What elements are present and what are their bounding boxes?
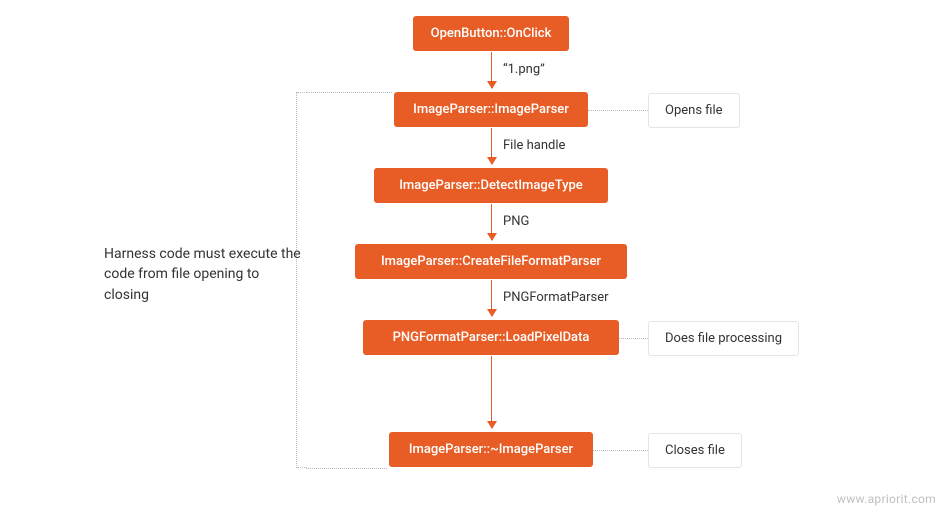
bracket-top (306, 92, 392, 93)
dotted-connector-3 (593, 450, 648, 451)
watermark: www.apriorit.com (837, 492, 936, 506)
node-label: ImageParser::CreateFileFormatParser (381, 254, 601, 269)
edge-label-filename: 1.png (503, 62, 545, 77)
edge-label-filehandle: File handle (503, 138, 565, 153)
node-label: ImageParser::DetectImageType (399, 178, 583, 193)
dotted-connector-1 (588, 110, 648, 111)
arrow-5 (491, 356, 492, 428)
node-label: ImageParser::ImageParser (413, 102, 569, 117)
side-label-text: Does file processing (665, 331, 782, 346)
side-label-opens-file: Opens file (648, 93, 740, 128)
edge-label-pngformatparser: PNGFormatParser (503, 290, 609, 305)
left-note: Harness code must execute the code from … (104, 244, 304, 305)
arrow-4 (491, 280, 492, 316)
node-label: ImageParser::~ImageParser (409, 442, 573, 457)
side-label-closes-file: Closes file (648, 433, 742, 468)
side-label-text: Closes file (665, 443, 725, 458)
node-detectimagetype: ImageParser::DetectImageType (374, 168, 608, 203)
node-imageparser-dtor: ImageParser::~ImageParser (389, 432, 593, 467)
node-openbutton-onclick: OpenButton::OnClick (413, 16, 569, 51)
node-loadpixeldata: PNGFormatParser::LoadPixelData (363, 320, 619, 355)
node-createfileformatparser: ImageParser::CreateFileFormatParser (355, 244, 627, 279)
side-label-text: Opens file (665, 103, 723, 118)
bracket-bottom (306, 468, 387, 469)
arrow-3 (491, 204, 492, 240)
node-imageparser-ctor: ImageParser::ImageParser (394, 92, 588, 127)
arrow-1 (491, 52, 492, 88)
node-label: PNGFormatParser::LoadPixelData (393, 330, 590, 345)
node-label: OpenButton::OnClick (431, 26, 552, 41)
left-note-text: Harness code must execute the code from … (104, 246, 301, 303)
arrow-2 (491, 128, 492, 164)
edge-label-png: PNG (503, 214, 529, 229)
dotted-connector-2 (619, 338, 648, 339)
diagram-container: OpenButton::OnClick ImageParser::ImagePa… (0, 0, 950, 514)
side-label-does-processing: Does file processing (648, 321, 799, 356)
